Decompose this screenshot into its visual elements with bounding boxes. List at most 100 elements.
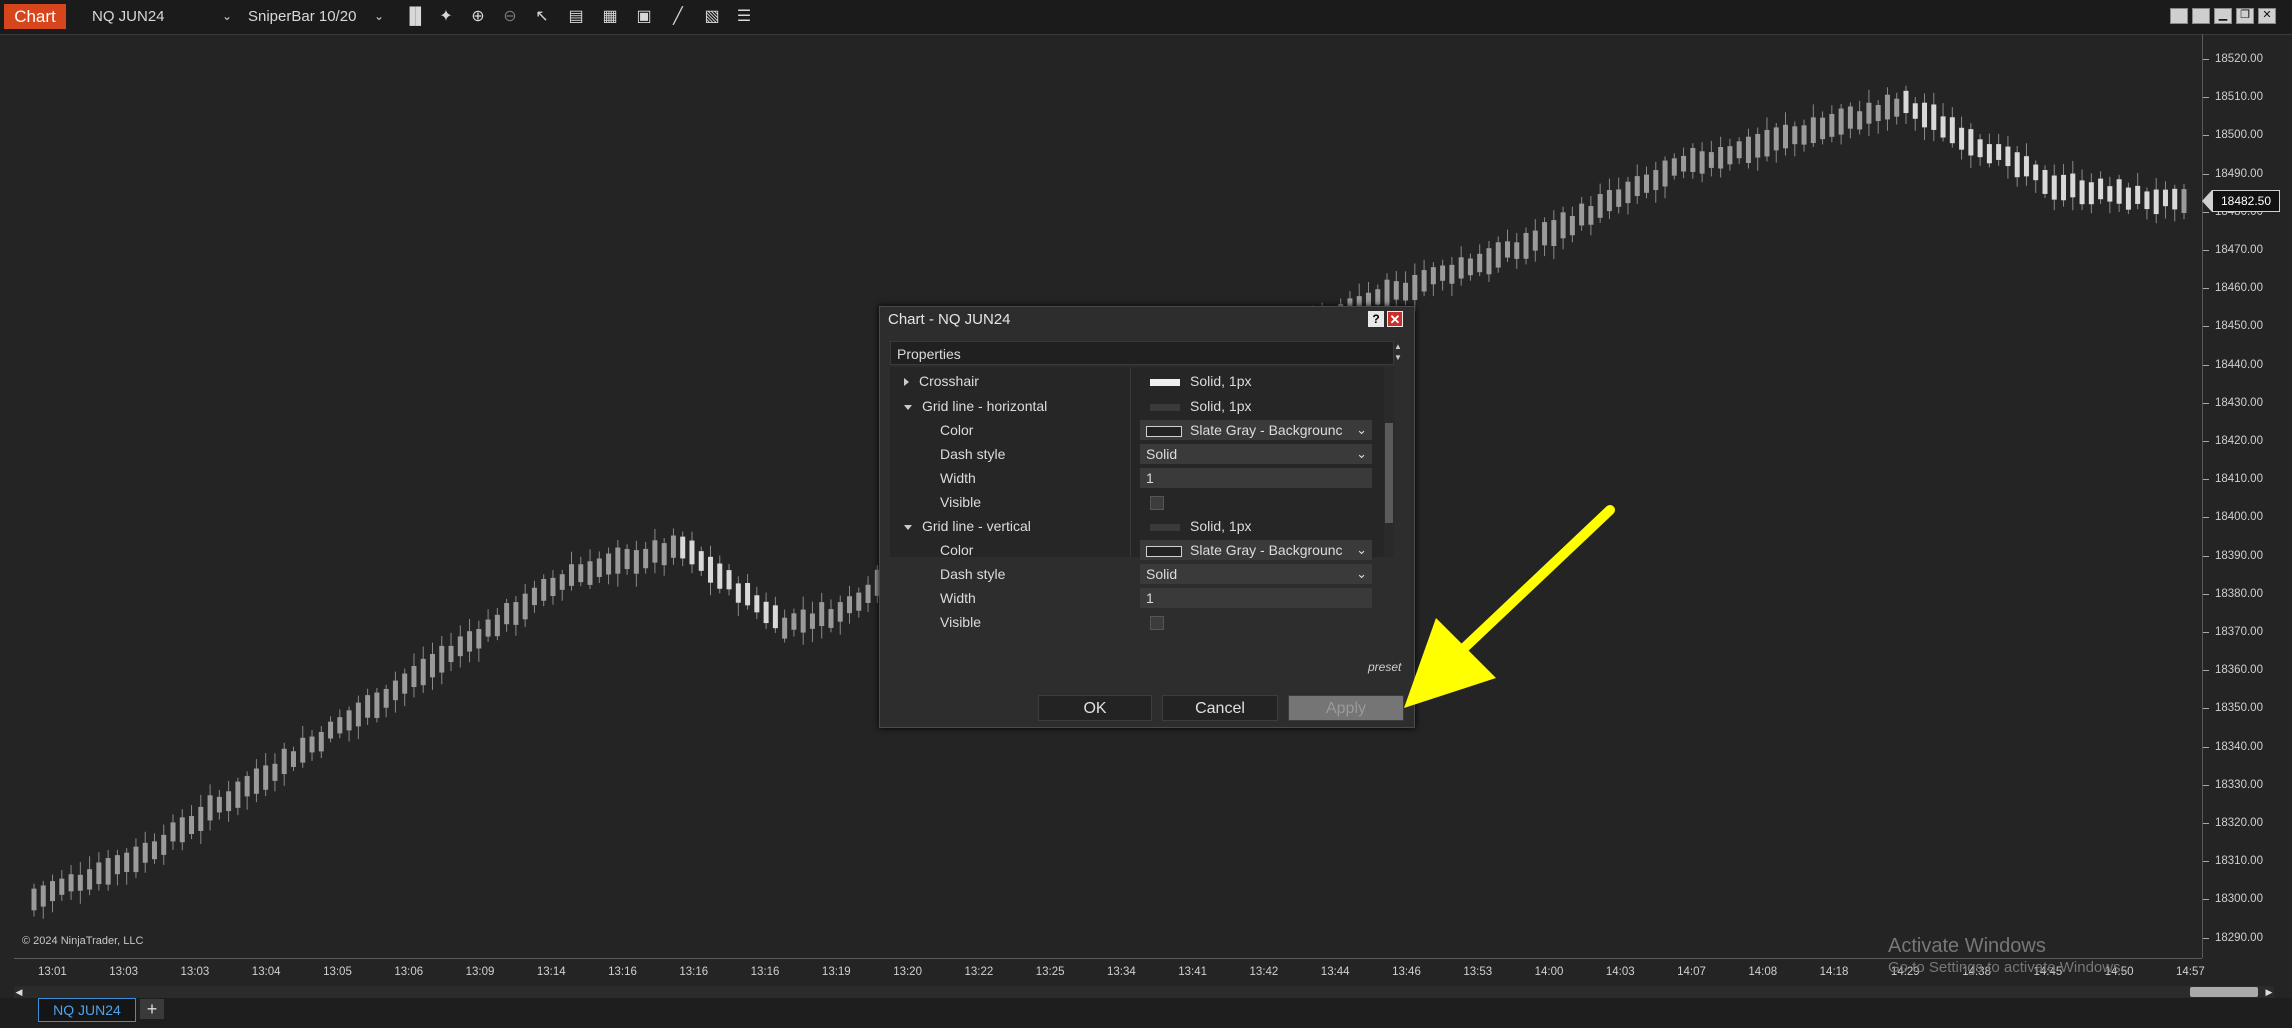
time-tick-label: 13:16: [608, 966, 637, 978]
scroll-thumb[interactable]: [2190, 987, 2258, 997]
horizontal-scrollbar[interactable]: ◀ ▶: [14, 986, 2274, 998]
price-tick-label: 18320.00: [2203, 817, 2263, 829]
candle: [1606, 178, 1612, 219]
candle-body: [1523, 232, 1529, 259]
show-list-icon[interactable]: ☰: [734, 7, 754, 27]
grid-horizontal-dash-select[interactable]: Solid ⌄: [1140, 444, 1372, 464]
collapse-icon[interactable]: [904, 524, 912, 530]
candle-body: [1588, 206, 1594, 225]
candle-body: [1412, 274, 1418, 300]
grid-vertical-color-select[interactable]: Slate Gray - Backgrounc ⌄: [1140, 540, 1372, 560]
expand-icon[interactable]: [904, 378, 909, 386]
candle-body: [309, 736, 315, 753]
prop-crosshair[interactable]: Crosshair: [904, 371, 979, 391]
grid-horizontal-width-input[interactable]: 1: [1140, 468, 1372, 488]
candle-body: [1477, 253, 1483, 273]
grid-vertical-dash-select[interactable]: Solid ⌄: [1140, 564, 1372, 584]
candle-body: [865, 584, 871, 603]
select-icon[interactable]: ↖: [532, 7, 552, 27]
properties-icon[interactable]: ▤: [566, 7, 586, 27]
candle: [819, 592, 825, 639]
help-button[interactable]: ?: [1368, 311, 1384, 327]
grid-vertical-visible-checkbox[interactable]: [1150, 616, 1164, 630]
grid-horizontal-value[interactable]: Solid, 1px: [1150, 396, 1251, 416]
prop-grid-vertical[interactable]: Grid line - vertical: [904, 516, 1031, 536]
grid-horizontal-color-select[interactable]: Slate Gray - Backgrounc ⌄: [1140, 420, 1372, 440]
candle: [1884, 87, 1890, 131]
grid-vertical-value[interactable]: Solid, 1px: [1150, 516, 1251, 536]
chart-menu-button[interactable]: Chart: [4, 4, 66, 29]
properties-scroll-arrows[interactable]: ▲ ▼: [1392, 341, 1404, 365]
bar-type-icon[interactable]: ▐▌: [404, 7, 427, 27]
indicators-icon[interactable]: ▧: [702, 7, 722, 27]
candle: [467, 618, 473, 663]
candle: [1810, 104, 1816, 147]
grid-vertical-width-input[interactable]: 1: [1140, 588, 1372, 608]
close-icon[interactable]: ✕: [2258, 8, 2276, 24]
candle-body: [2051, 175, 2057, 200]
candle-body: [1708, 152, 1714, 168]
strategies-icon[interactable]: ╱: [668, 7, 688, 27]
scroll-thumb[interactable]: [1385, 423, 1393, 523]
candle: [374, 687, 380, 723]
candle: [809, 601, 815, 643]
candle: [847, 585, 853, 624]
color-swatch: [1146, 425, 1182, 437]
prop-grid-horizontal[interactable]: Grid line - horizontal: [904, 396, 1047, 416]
candle-body: [2023, 156, 2029, 177]
crosshair-value[interactable]: Solid, 1px: [1150, 371, 1251, 391]
tile-icon[interactable]: [2170, 8, 2188, 24]
candle-body: [1986, 144, 1992, 164]
candle-body: [1894, 98, 1900, 117]
zoom-in-icon[interactable]: ⊕: [468, 7, 488, 27]
price-axis[interactable]: 18520.0018510.0018500.0018490.0018480.00…: [2202, 34, 2292, 958]
candle: [1866, 89, 1872, 136]
bar-type-selector[interactable]: SniperBar 10/20 ⌄: [248, 4, 384, 29]
candle: [587, 549, 593, 590]
candle: [1875, 100, 1881, 134]
minimize-icon[interactable]: ▁: [2214, 8, 2232, 24]
candle: [1495, 236, 1501, 273]
instrument-label: NQ JUN24: [92, 8, 165, 25]
zoom-out-icon[interactable]: ⊖: [500, 7, 520, 27]
add-tab-button[interactable]: +: [140, 999, 164, 1019]
collapse-icon[interactable]: [904, 404, 912, 410]
instrument-selector[interactable]: NQ JUN24 ⌄: [92, 4, 232, 29]
candle: [670, 528, 676, 565]
candle: [735, 576, 741, 616]
cancel-button[interactable]: Cancel: [1162, 695, 1278, 721]
candle: [59, 870, 65, 901]
templates-icon[interactable]: ▦: [600, 7, 620, 27]
candle-body: [114, 855, 120, 875]
candle: [337, 709, 343, 739]
chevron-down-icon: ⌄: [1356, 446, 1367, 461]
candle: [1792, 121, 1798, 157]
scroll-left-icon[interactable]: ◀: [14, 986, 24, 998]
restore-icon[interactable]: ❐: [2236, 8, 2254, 24]
candle: [457, 625, 463, 668]
candle: [1699, 142, 1705, 183]
data-box-icon[interactable]: ▣: [634, 7, 654, 27]
candle-body: [365, 695, 371, 718]
candle: [1829, 105, 1835, 143]
dialog-close-button[interactable]: ✕: [1387, 311, 1403, 327]
candle-body: [726, 570, 732, 590]
candle-body: [522, 593, 528, 620]
price-tick-label: 18390.00: [2203, 549, 2263, 562]
property-grid-scrollbar[interactable]: [1384, 367, 1394, 557]
grid-horizontal-visible-checkbox[interactable]: [1150, 496, 1164, 510]
preset-link[interactable]: preset: [1368, 660, 1401, 674]
candle: [624, 544, 630, 575]
draw-tools-icon[interactable]: ✦: [436, 7, 456, 27]
time-axis[interactable]: 13:01 13:03 13:03 13:04 13:05 13:06 13:09 13:14…: [14, 958, 2205, 987]
tile-icon[interactable]: [2192, 8, 2210, 24]
tab-nq-jun24[interactable]: NQ JUN24: [38, 998, 136, 1022]
candle-body: [1977, 139, 1983, 158]
candle: [643, 542, 649, 574]
candle: [1977, 134, 1983, 166]
time-tick-label: 14:00: [1534, 966, 1564, 978]
apply-button[interactable]: Apply: [1288, 695, 1404, 721]
scroll-right-icon[interactable]: ▶: [2264, 986, 2274, 998]
properties-header: Properties: [890, 341, 1394, 365]
ok-button[interactable]: OK: [1038, 695, 1152, 721]
